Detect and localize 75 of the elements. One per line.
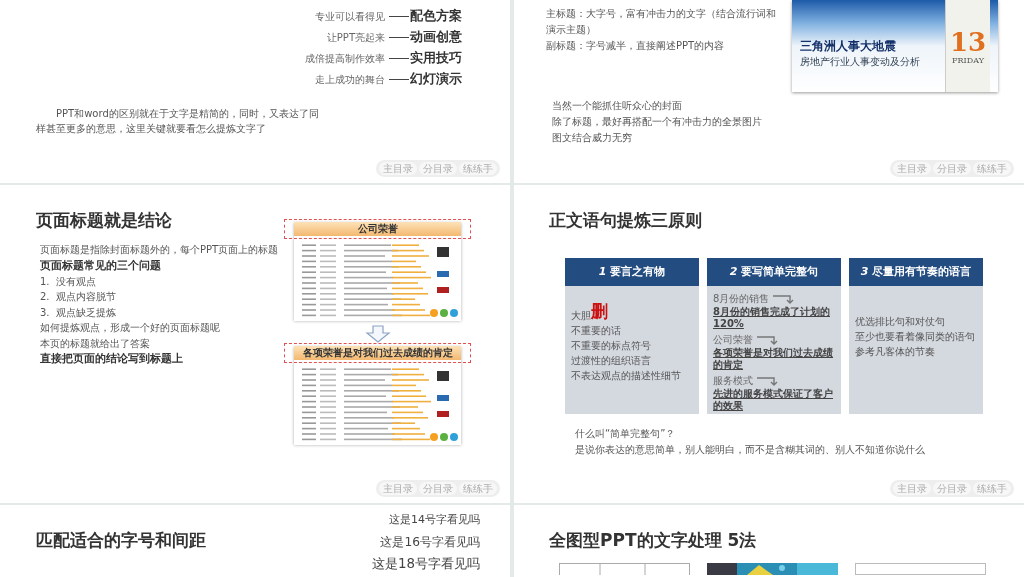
body-text: 页面标题是指除封面标题外的，每个PPT页面上的标题	[40, 243, 280, 257]
list-item: 2. 观点内容脱节	[40, 290, 117, 304]
down-arrow-icon	[364, 325, 391, 343]
rewritten-sentence: 各项荣誉是对我们过去成绩的肯定	[713, 347, 834, 371]
body-text: 图文结合威力无穷	[552, 131, 633, 145]
dash-line	[389, 58, 409, 59]
card-heading: 2 要写简单完整句	[707, 258, 841, 286]
nav-button[interactable]: 主目录	[893, 482, 931, 495]
nav-button[interactable]: 分目录	[419, 162, 457, 175]
body-text: 至少也要看着像同类的语句	[855, 330, 976, 344]
body-text: 本页的标题就给出了答案	[40, 336, 151, 351]
nav-button[interactable]: 分目录	[933, 482, 971, 495]
card-heading: 3 尽量用有节奏的语言	[849, 258, 983, 286]
nav-button[interactable]: 练练手	[459, 482, 497, 495]
body-text: 主标题：大字号，富有冲击力的文字（结合流行词和演示主题）	[546, 7, 777, 37]
body-text: 大胆	[571, 310, 591, 323]
body-heading: 直接把页面的结论写到标题上	[40, 351, 184, 367]
font-size-sample: 这是18号字看见吗	[371, 555, 480, 573]
calendar-weekday: FRIDAY	[952, 55, 984, 65]
nav-button[interactable]: 练练手	[973, 482, 1011, 495]
agenda-note: 专业可以看得见	[315, 9, 385, 24]
rewritten-sentence: 先进的服务模式保证了客户的效果	[713, 388, 834, 412]
body-text: 如何提炼观点，形成一个好的页面标题呢	[40, 321, 221, 335]
list-item: 1. 没有观点	[40, 274, 97, 289]
calendar-day: 13	[949, 27, 987, 56]
rewritten-sentence: 8月份的销售完成了计划的120%	[713, 306, 831, 330]
font-size-sample: 这是16号字看见吗	[379, 534, 480, 551]
answer-text: 是说你表达的意思简单，别人能明白，而不是含糊其词的、别人不知道你说什么	[575, 443, 926, 457]
nav-button[interactable]: 练练手	[459, 162, 497, 175]
agenda-label: 幻灯演示	[410, 71, 462, 88]
agenda-note: 让PPT亮起来	[326, 30, 385, 45]
body-heading: 页面标题常见的三个问题	[40, 257, 162, 274]
nav-button[interactable]: 练练手	[973, 162, 1011, 175]
body-text: 服务模式	[713, 374, 753, 388]
thumbnail-title: 公司荣誉	[294, 222, 461, 236]
body-text: 公司荣誉	[713, 333, 753, 347]
agenda-label: 实用技巧	[410, 50, 462, 67]
turn-arrow-icon	[756, 376, 778, 386]
body-text: 过渡性的组织语言	[571, 354, 652, 368]
body-text: 除了标题，最好再搭配一个有冲击力的全景图片	[552, 115, 763, 129]
slide-title: 匹配适合的字号和间距	[36, 529, 206, 552]
agenda-note: 走上成功的舞台	[315, 72, 385, 87]
slide-title: 正文语句提炼三原则	[549, 209, 703, 232]
agenda-note: 成倍提高制作效率	[305, 51, 385, 66]
agenda-label: 配色方案	[410, 8, 462, 25]
paragraph: PPT和word的区别就在于文字是精简的，同时，又表达了同样甚至更多的意思，这里关键就要看怎么提炼文字了	[36, 107, 320, 136]
slide-title: 全图型PPT的文字处理 5法	[549, 529, 758, 552]
question-text: 什么叫“简单完整句”？	[575, 427, 677, 441]
dash-line	[389, 16, 409, 17]
body-text: 8月份的销售	[713, 292, 770, 306]
body-text: 不重要的标点符号	[571, 339, 652, 353]
thumbnail-title: 各项荣誉是对我们过去成绩的肯定	[294, 346, 461, 360]
slide-title: 页面标题就是结论	[36, 209, 173, 232]
body-text: 不重要的话	[571, 324, 622, 338]
body-text: 当然一个能抓住听众心的封面	[552, 99, 683, 113]
body-text: 不表达观点的描述性细节	[571, 369, 682, 383]
cover-subtitle: 房地产行业人事变动及分析	[800, 55, 920, 69]
nav-button[interactable]: 主目录	[379, 482, 417, 495]
nav-button[interactable]: 主目录	[893, 162, 931, 175]
turn-arrow-icon	[756, 335, 778, 345]
dash-line	[389, 79, 409, 80]
turn-arrow-icon	[772, 294, 795, 304]
nav-button[interactable]: 分目录	[933, 162, 971, 175]
body-text: 优选排比句和对仗句	[855, 315, 946, 329]
card-heading: 1 要言之有物	[565, 258, 699, 286]
dash-line	[389, 37, 409, 38]
list-item: 3. 观点缺乏提炼	[40, 305, 117, 320]
cover-title: 三角洲人事大地震	[800, 38, 897, 55]
delete-mark: 删	[591, 300, 608, 323]
nav-button[interactable]: 主目录	[379, 162, 417, 175]
body-text: 副标题：字号减半，直接阐述PPT的内容	[546, 39, 726, 53]
font-size-sample: 这是14号字看见吗	[388, 512, 480, 528]
nav-button[interactable]: 分目录	[419, 482, 457, 495]
agenda-label: 动画创意	[410, 29, 462, 46]
body-text: 参考凡客体的节奏	[855, 345, 936, 359]
